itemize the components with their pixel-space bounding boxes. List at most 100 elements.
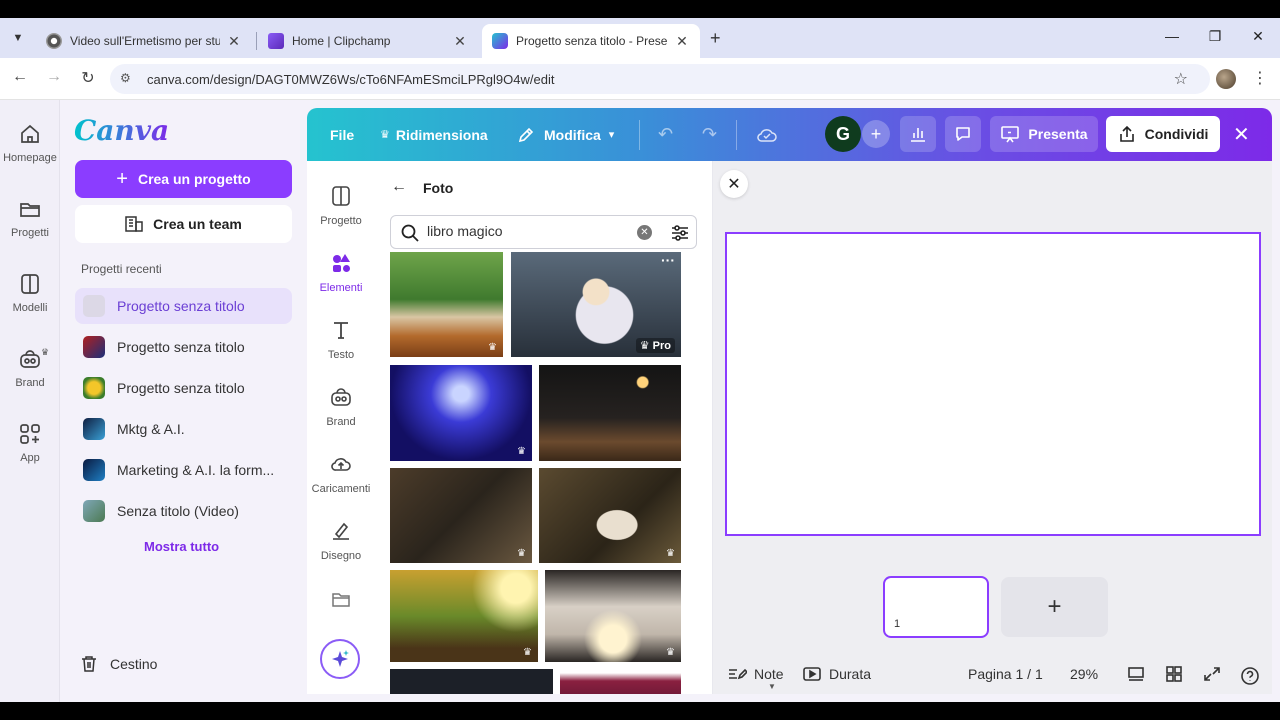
photo-search-input[interactable] — [427, 223, 627, 239]
obj-tab-folder[interactable] — [307, 588, 375, 610]
templates-icon — [21, 274, 39, 294]
filter-sliders-icon[interactable] — [670, 223, 690, 243]
obj-tab-brand[interactable]: Brand — [307, 386, 375, 428]
photo-result[interactable] — [560, 669, 681, 694]
recent-project-item[interactable]: Progetto senza titolo — [75, 288, 292, 324]
back-arrow-icon[interactable]: ← — [391, 178, 407, 196]
close-editor-icon[interactable]: ✕ — [1233, 122, 1250, 147]
redo-button[interactable]: ↷ — [702, 108, 717, 161]
grid-view-button[interactable] — [1165, 666, 1190, 682]
browser-tab-clipchamp[interactable]: Home | Clipchamp ✕ — [258, 24, 478, 58]
present-button[interactable]: Presenta — [990, 116, 1098, 152]
trash-button[interactable]: Cestino — [80, 655, 157, 673]
rail-item-progetti[interactable]: Progetti — [0, 197, 60, 239]
tab-search-dropdown-icon[interactable]: ▼ — [8, 28, 28, 48]
create-team-button[interactable]: Crea un team — [75, 205, 292, 243]
new-tab-icon[interactable]: + — [710, 28, 721, 49]
brand-icon — [20, 350, 40, 368]
file-menu[interactable]: File — [330, 108, 354, 161]
apps-grid-icon — [20, 424, 40, 444]
close-icon: ✕ — [727, 176, 741, 193]
obj-tab-caricamenti[interactable]: Caricamenti — [307, 453, 375, 495]
slide-canvas[interactable] — [725, 232, 1261, 536]
recent-project-item[interactable]: Senza titolo (Video) — [75, 493, 292, 529]
restore-icon[interactable]: ❐ — [1205, 28, 1225, 45]
project-name: Progetto senza titolo — [117, 339, 245, 355]
share-button[interactable]: Condividi — [1106, 116, 1220, 152]
page-indicator[interactable]: Pagina 1 / 1 — [968, 666, 1043, 682]
obj-tab-elementi[interactable]: Elementi — [307, 252, 375, 294]
create-project-button[interactable]: + Crea un progetto — [75, 160, 292, 198]
add-page-button[interactable]: + — [1001, 577, 1108, 637]
page-view-button[interactable] — [1127, 666, 1152, 682]
rail-item-app[interactable]: App — [0, 422, 60, 464]
duration-button[interactable]: Durata — [802, 666, 871, 682]
recent-project-item[interactable]: Progetto senza titolo — [75, 329, 292, 365]
page-thumbnail[interactable]: 1 — [883, 576, 989, 638]
object-panel: Progetto Elementi Testo Brand Caricament… — [307, 161, 375, 694]
home-icon — [21, 124, 39, 143]
more-options-icon[interactable]: ··· — [661, 252, 675, 268]
browser-tab-ermetismo[interactable]: Video sull'Ermetismo per stude ✕ — [36, 24, 252, 58]
fullscreen-button[interactable] — [1203, 666, 1228, 682]
photo-result[interactable] — [539, 365, 681, 461]
edit-menu[interactable]: Modifica ▾ — [517, 108, 614, 161]
show-all-link[interactable]: Mostra tutto — [144, 539, 219, 554]
profile-avatar[interactable] — [1216, 69, 1236, 89]
help-button[interactable] — [1240, 666, 1267, 686]
bookmark-star-icon[interactable]: ☆ — [1174, 69, 1188, 89]
rail-item-modelli[interactable]: Modelli — [0, 272, 60, 314]
close-tab-icon[interactable]: ✕ — [226, 33, 242, 50]
photo-result[interactable]: ♛ — [390, 570, 538, 662]
recent-project-item[interactable]: Mktg & A.I. — [75, 411, 292, 447]
user-avatar[interactable]: G — [825, 116, 861, 152]
site-settings-icon[interactable]: ⚙ — [120, 71, 136, 87]
photo-result[interactable]: ♛ — [545, 570, 681, 662]
canva-logo[interactable]: Canva — [74, 114, 169, 147]
close-panel-button[interactable]: ✕ — [720, 170, 748, 198]
url-field[interactable]: ⚙ canva.com/design/DAGT0MWZ6Ws/cTo6NFAmE… — [110, 64, 1210, 94]
timer-icon — [803, 667, 821, 681]
recent-project-item[interactable]: Marketing & A.I. la form... — [75, 452, 292, 488]
project-thumbnail — [83, 418, 105, 440]
cloud-save-button[interactable] — [756, 108, 778, 161]
browser-menu-icon[interactable]: ⋮ — [1252, 68, 1268, 88]
browser-tab-canva[interactable]: Progetto senza titolo - Presenta ✕ — [482, 24, 700, 58]
clear-search-icon[interactable]: ✕ — [637, 225, 652, 240]
close-tab-icon[interactable]: ✕ — [674, 33, 690, 50]
photo-result[interactable]: ♛ — [390, 365, 532, 461]
rail-item-brand[interactable]: ♛ Brand — [0, 347, 60, 389]
obj-tab-disegno[interactable]: Disegno — [307, 520, 375, 562]
comments-button[interactable] — [945, 116, 981, 152]
obj-tab-progetto[interactable]: Progetto — [307, 185, 375, 227]
chrome-icon — [46, 33, 62, 49]
rail-item-homepage[interactable]: Homepage — [0, 122, 60, 164]
magic-assistant-button[interactable] — [320, 639, 360, 679]
close-tab-icon[interactable]: ✕ — [452, 33, 468, 50]
undo-button[interactable]: ↶ — [658, 108, 673, 161]
minimize-icon[interactable]: — — [1162, 28, 1182, 44]
photo-result[interactable]: ♛ — [539, 468, 681, 563]
resize-label: Ridimensiona — [395, 126, 488, 143]
present-icon — [1001, 126, 1020, 143]
crown-icon: ♛ — [517, 548, 526, 559]
obj-tab-testo[interactable]: Testo — [307, 319, 375, 361]
photo-result[interactable]: ♛ — [390, 252, 503, 357]
reload-icon[interactable]: ↻ — [78, 68, 98, 88]
pro-badge: ♛ Pro — [635, 338, 675, 353]
back-arrow-icon[interactable]: ← — [10, 68, 30, 86]
recent-project-item[interactable]: Progetto senza titolo — [75, 370, 292, 406]
zoom-level[interactable]: 29% — [1070, 666, 1098, 682]
invite-user-button[interactable]: + — [862, 120, 890, 148]
photo-result[interactable]: ♛ — [390, 468, 532, 563]
notes-button[interactable]: Note — [727, 666, 784, 682]
toolbar-divider — [639, 120, 640, 150]
resize-button[interactable]: ♛ Ridimensiona — [380, 108, 488, 161]
insights-button[interactable] — [900, 116, 936, 152]
forward-arrow-icon[interactable]: → — [44, 68, 64, 86]
photo-result[interactable]: ··· ♛ Pro — [511, 252, 681, 357]
building-icon — [125, 216, 143, 232]
photo-result[interactable] — [390, 669, 553, 694]
grid-view-icon — [1166, 666, 1182, 682]
close-window-icon[interactable]: ✕ — [1248, 28, 1268, 45]
